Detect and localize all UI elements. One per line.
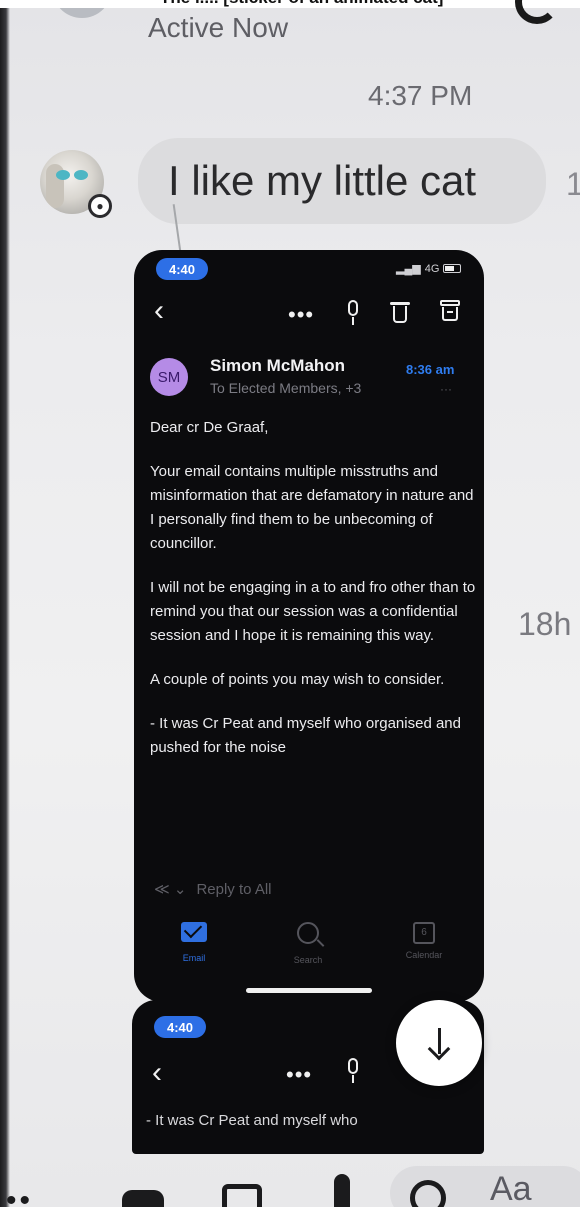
reply-all-button: ≪ ⌄ Reply to All	[154, 880, 272, 899]
mail-icon	[181, 922, 207, 942]
sticker-icon[interactable]	[410, 1180, 446, 1207]
message-timestamp: 4:37 PM	[368, 80, 473, 111]
more-actions-icon[interactable]: ••	[6, 1184, 33, 1207]
message-composer: •• Aa	[0, 1160, 580, 1207]
back-chevron-icon[interactable]: ‹	[154, 296, 164, 326]
signal-icon: ▂▄▆	[396, 263, 421, 275]
status-time: 4:40	[156, 258, 208, 280]
notification-caption: The i.... [sticker of an animated cat]	[0, 0, 580, 8]
gallery-icon[interactable]	[222, 1184, 262, 1207]
scroll-to-bottom-button[interactable]	[396, 1000, 482, 1086]
reply-all-label: Reply to All	[196, 880, 272, 898]
search-icon	[297, 922, 319, 944]
network-label: 4G	[424, 262, 440, 275]
trash-icon[interactable]	[390, 300, 410, 324]
email-paragraph: - It was Cr Peat and myself who organise…	[150, 715, 461, 756]
message-bubble[interactable]: I like my little cat	[138, 138, 546, 224]
microphone-icon	[342, 1058, 364, 1086]
email-paragraph: A couple of points you may wish to consi…	[150, 671, 445, 688]
status-indicators: ▂▄▆ 4G	[396, 262, 462, 275]
sender-initials-avatar: SM	[150, 358, 188, 396]
microphone-icon[interactable]	[342, 300, 364, 328]
attachment-time: 18h	[518, 606, 572, 642]
device-bezel	[0, 0, 10, 1207]
email-screenshot-attachment[interactable]: 4:40 ▂▄▆ 4G ‹ ••• SM Simon McMahon To El…	[134, 250, 484, 1002]
archive-icon[interactable]	[440, 300, 460, 322]
phone-call-icon[interactable]	[515, 0, 559, 24]
email-sender-name: Simon McMahon	[210, 356, 346, 375]
tab-calendar: 6 Calendar	[384, 922, 464, 960]
email-toolbar: ‹ •••	[134, 294, 484, 334]
more-options-icon: •••	[286, 1062, 313, 1087]
email-more-icon: ···	[440, 382, 452, 396]
email-sent-time: 8:36 am	[406, 362, 455, 377]
tab-email: Email	[154, 922, 234, 963]
email-body: Dear cr De Graaf, Your email contains mu…	[150, 416, 476, 780]
home-indicator	[246, 988, 372, 993]
message-input[interactable]: Aa	[390, 1166, 580, 1207]
battery-icon	[443, 264, 462, 273]
status-time: 4:40	[154, 1016, 206, 1038]
arrow-down-icon	[427, 1028, 451, 1061]
message-text: I like my little cat	[168, 157, 477, 204]
caption-text: The i.... [sticker of an animated cat]	[160, 0, 443, 8]
camera-icon[interactable]	[122, 1190, 164, 1207]
voice-message-icon[interactable]	[334, 1174, 350, 1207]
tab-search: Search	[268, 922, 348, 965]
back-chevron-icon: ‹	[152, 1056, 162, 1089]
email-greeting: Dear cr De Graaf,	[150, 419, 269, 436]
active-status: Active Now	[148, 12, 289, 43]
email-tab-bar: Email Search 6 Calendar	[134, 922, 484, 982]
email-paragraph: Your email contains multiple misstruths …	[150, 463, 474, 552]
email-paragraph: I will not be engaging in a to and fro o…	[150, 579, 476, 644]
email-recipients: To Elected Members, +3	[210, 380, 362, 396]
more-options-icon[interactable]: •••	[288, 302, 314, 328]
lock-badge-icon: ●	[88, 194, 112, 218]
email-excerpt: - It was Cr Peat and myself who	[146, 1112, 358, 1129]
reply-all-icon: ≪ ⌄	[154, 881, 187, 898]
offscreen-reaction-count: 1	[566, 166, 580, 202]
calendar-icon: 6	[413, 922, 435, 944]
messenger-screen: The i.... [sticker of an animated cat] A…	[0, 0, 580, 1207]
message-placeholder: Aa	[490, 1170, 532, 1207]
